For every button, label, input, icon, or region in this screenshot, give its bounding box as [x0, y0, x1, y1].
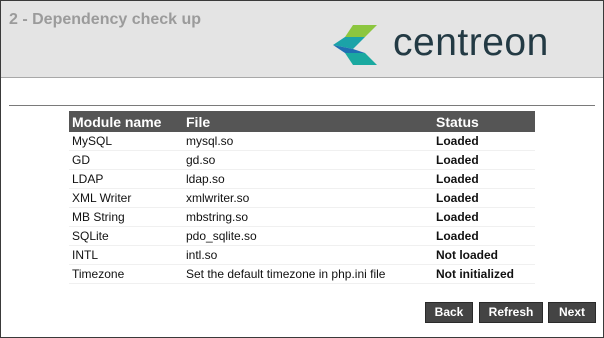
- logo-text: centreon: [393, 21, 549, 64]
- header-divider: [1, 77, 603, 78]
- table-row: GD gd.so Loaded: [69, 150, 535, 170]
- installer-window: 2 - Dependency check up centreon Module …: [0, 0, 604, 338]
- table-row: Timezone Set the default timezone in php.…: [69, 264, 535, 284]
- module-name-cell: Timezone: [69, 264, 183, 284]
- file-cell: intl.so: [183, 245, 433, 265]
- table-row: MB String mbstring.so Loaded: [69, 207, 535, 227]
- file-cell: ldap.so: [183, 169, 433, 189]
- table-row: MySQL mysql.so Loaded: [69, 132, 535, 151]
- module-name-cell: LDAP: [69, 169, 183, 189]
- file-cell: mbstring.so: [183, 207, 433, 227]
- status-cell: Loaded: [433, 150, 535, 170]
- module-name-cell: MB String: [69, 207, 183, 227]
- module-name-cell: MySQL: [69, 132, 183, 151]
- header: 2 - Dependency check up centreon: [1, 1, 603, 77]
- file-cell: mysql.so: [183, 132, 433, 151]
- table-row: LDAP ldap.so Loaded: [69, 169, 535, 189]
- step-title: 2 - Dependency check up: [9, 11, 202, 28]
- table-row: SQLite pdo_sqlite.so Loaded: [69, 226, 535, 246]
- column-header-status: Status: [433, 111, 535, 132]
- next-button[interactable]: Next: [548, 302, 596, 323]
- module-name-cell: XML Writer: [69, 188, 183, 208]
- file-cell: gd.so: [183, 150, 433, 170]
- module-name-cell: SQLite: [69, 226, 183, 246]
- status-cell: Loaded: [433, 132, 535, 151]
- column-header-module: Module name: [69, 111, 183, 132]
- module-name-cell: INTL: [69, 245, 183, 265]
- file-cell: xmlwriter.so: [183, 188, 433, 208]
- file-cell: Set the default timezone in php.ini file: [183, 264, 433, 284]
- status-cell: Loaded: [433, 188, 535, 208]
- module-name-cell: GD: [69, 150, 183, 170]
- column-header-file: File: [183, 111, 433, 132]
- dependency-table: Module name File Status MySQL mysql.so Loa…: [69, 111, 535, 284]
- file-cell: pdo_sqlite.so: [183, 226, 433, 246]
- status-cell: Loaded: [433, 226, 535, 246]
- table-row: XML Writer xmlwriter.so Loaded: [69, 188, 535, 208]
- status-cell: Loaded: [433, 207, 535, 227]
- status-cell: Loaded: [433, 169, 535, 189]
- table-header-row: Module name File Status: [69, 111, 535, 132]
- back-button[interactable]: Back: [425, 302, 473, 323]
- refresh-button[interactable]: Refresh: [479, 302, 543, 323]
- status-cell: Not initialized: [433, 264, 535, 284]
- centreon-logo-icon: [333, 25, 377, 65]
- table-row: INTL intl.so Not loaded: [69, 245, 535, 265]
- centreon-logo: centreon: [331, 21, 593, 69]
- content-divider: [9, 105, 595, 106]
- status-cell: Not loaded: [433, 245, 535, 265]
